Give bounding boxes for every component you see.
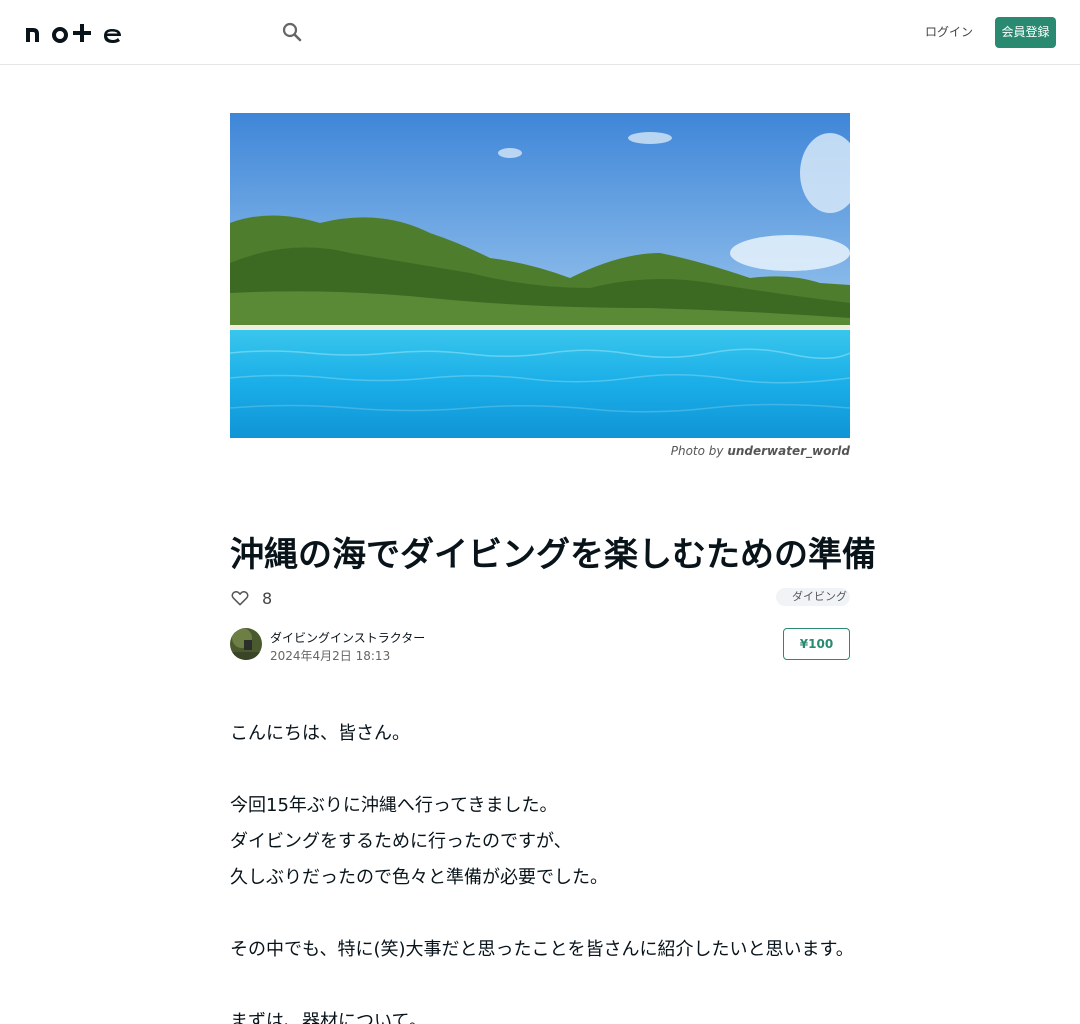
- hero-image: [230, 113, 850, 438]
- signup-button[interactable]: 会員登録: [995, 17, 1056, 48]
- note-logo[interactable]: [24, 20, 124, 44]
- credit-prefix: Photo by: [670, 444, 724, 458]
- author-avatar[interactable]: [230, 628, 262, 660]
- body-line: ダイビングをするために行ったのですが、: [230, 831, 572, 852]
- body-line: 久しぶりだったので色々と準備が必要でした。: [230, 867, 608, 888]
- login-link[interactable]: ログイン: [924, 18, 974, 46]
- hashtag-pill[interactable]: ダイビング: [776, 588, 850, 606]
- top-header: ログイン 会員登録: [0, 0, 1080, 65]
- body-line: その中でも、特に(笑)大事だと思ったことを皆さんに紹介したいと思います。: [230, 939, 854, 960]
- like-count: 8: [262, 588, 273, 608]
- like-area: 8: [230, 587, 272, 609]
- search-icon: [282, 22, 302, 42]
- body-line: こんにちは、皆さん。: [230, 723, 410, 744]
- publish-date: 2024年4月2日 18:13: [270, 649, 391, 663]
- article-title: 沖縄の海でダイビングを楽しむための準備: [230, 535, 876, 575]
- body-line: 今回15年ぶりに沖縄へ行ってきました。: [230, 795, 558, 816]
- body-line: まずは、器材について。: [230, 1011, 427, 1024]
- heart-icon[interactable]: [230, 588, 250, 608]
- photo-credit: Photo by underwater_world: [230, 444, 850, 458]
- search-button[interactable]: [280, 20, 304, 44]
- credit-user-link[interactable]: underwater_world: [727, 444, 850, 458]
- purchase-button[interactable]: ¥100: [783, 628, 850, 660]
- author-name[interactable]: ダイビングインストラクター: [270, 629, 425, 646]
